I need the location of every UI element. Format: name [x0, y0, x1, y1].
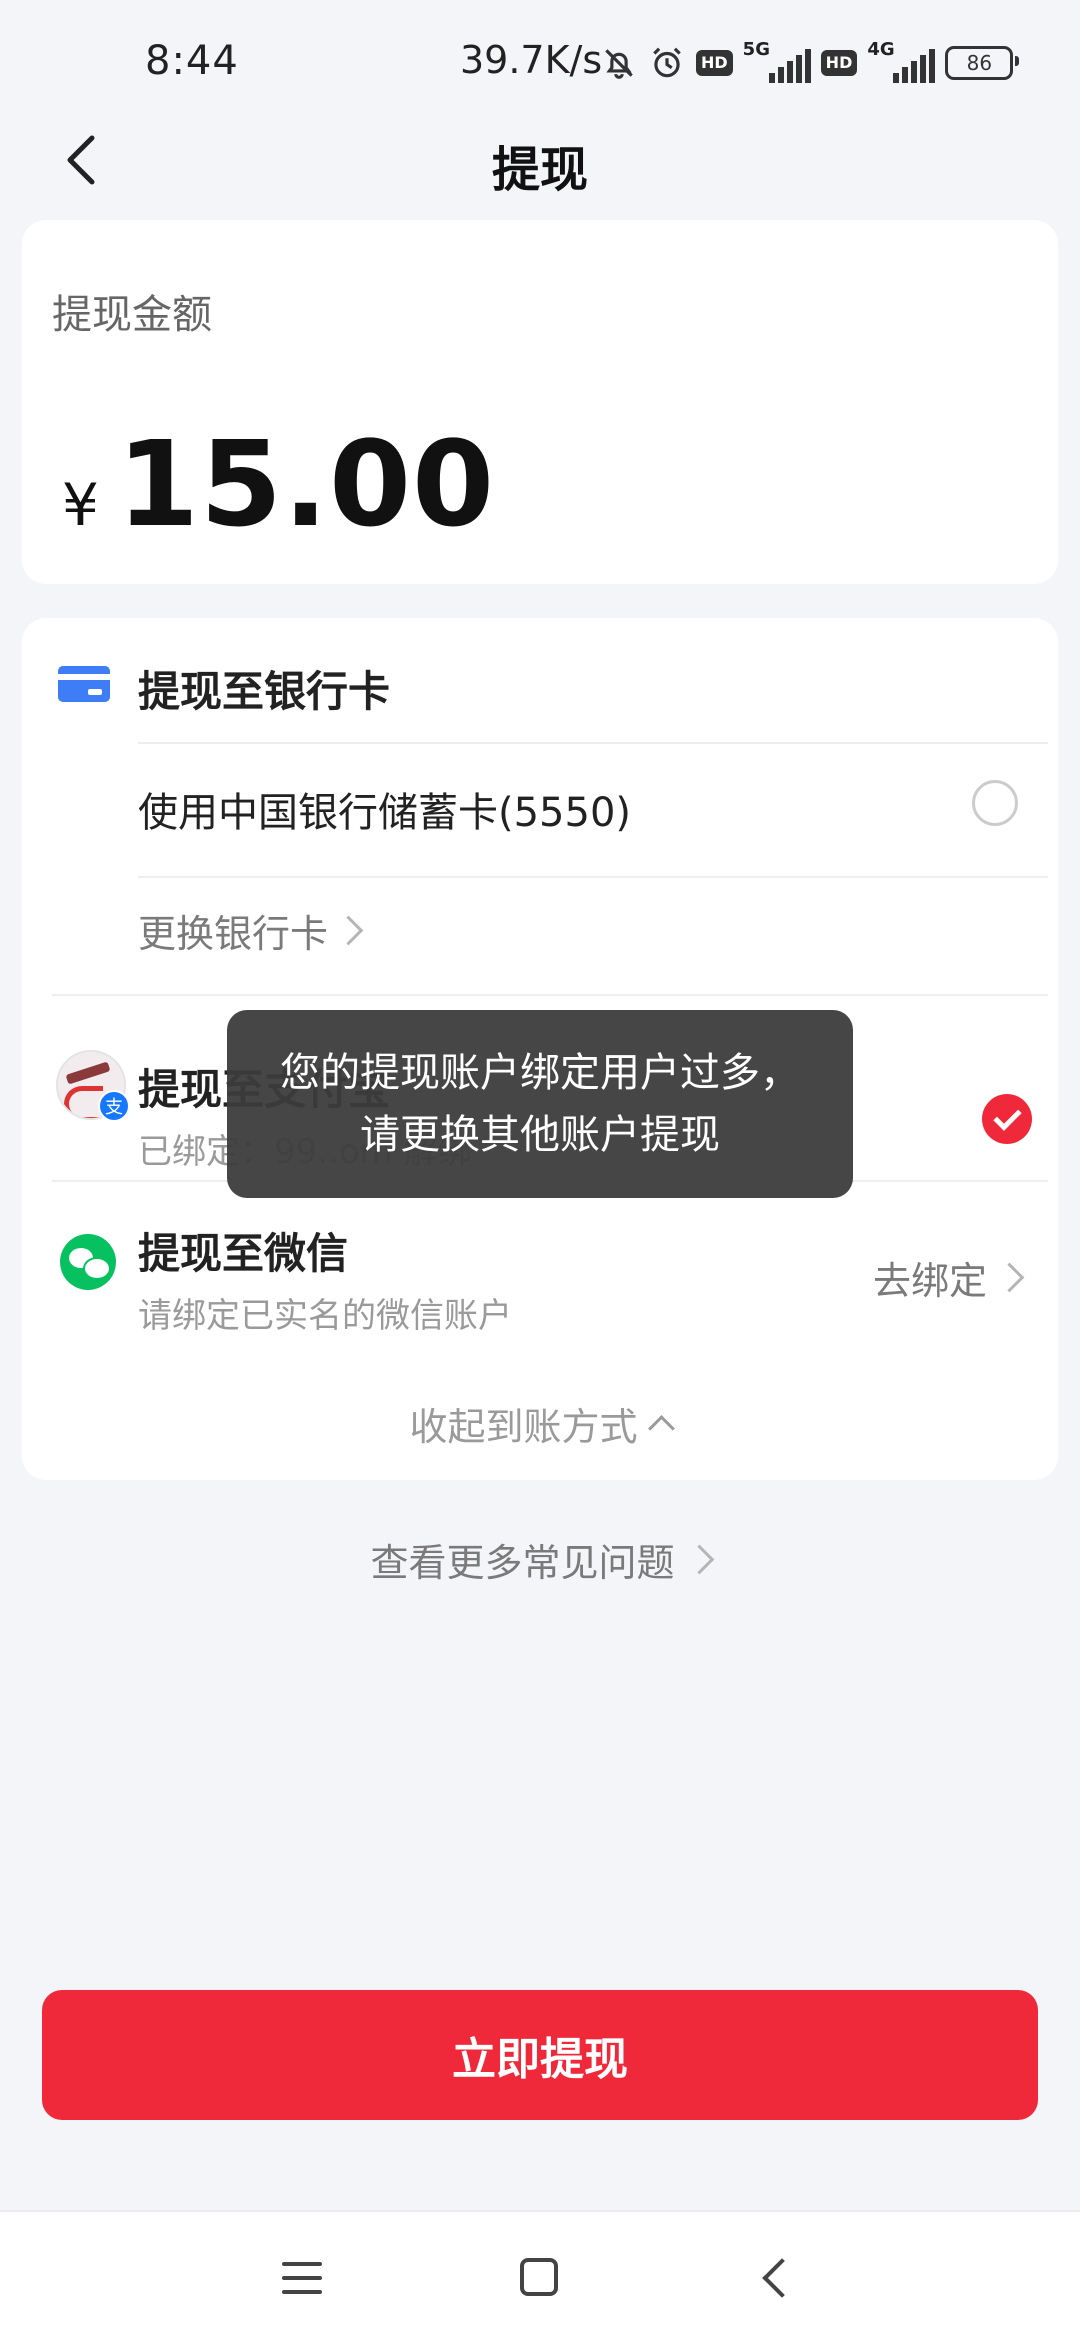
status-bar: 8:44 39.7K/s HD 5G HD 4G 86: [0, 0, 1080, 120]
withdraw-now-button[interactable]: 立即提现: [42, 1990, 1038, 2120]
wechat-option[interactable]: 提现至微信 请绑定已实名的微信账户 去绑定: [44, 1188, 1034, 1358]
collapse-methods-toggle[interactable]: 收起到账方式: [22, 1396, 1058, 1451]
bank-card-radio[interactable]: [972, 780, 1018, 826]
change-bank-card-link[interactable]: 更换银行卡: [138, 903, 364, 958]
battery-icon: 86: [945, 46, 1020, 80]
divider: [138, 876, 1048, 878]
wechat-subtitle: 请绑定已实名的微信账户: [138, 1296, 512, 1336]
hd-badge: HD: [696, 50, 733, 76]
chevron-right-icon: [333, 915, 364, 946]
change-bank-card-label: 更换银行卡: [138, 912, 329, 956]
wechat-title: 提现至微信: [138, 1229, 349, 1278]
system-back-button[interactable]: [762, 2258, 802, 2298]
top-bar: 提现: [0, 120, 1080, 200]
alipay-badge-icon: 支: [98, 1090, 130, 1122]
recent-apps-button[interactable]: [282, 2262, 322, 2294]
status-icons: HD 5G HD 4G 86: [600, 38, 1020, 88]
system-navigation-bar: [0, 2210, 1080, 2342]
hd-badge: HD: [820, 50, 858, 76]
bank-card-label: 使用中国银行储蓄卡(5550): [138, 790, 632, 836]
faq-label: 查看更多常见问题: [370, 1541, 675, 1585]
wechat-bind-label: 去绑定: [872, 1259, 987, 1303]
bank-section-title: 提现至银行卡: [138, 667, 391, 716]
amount-label: 提现金额: [52, 292, 212, 338]
chevron-up-icon: [647, 1415, 675, 1442]
toast-message: 您的提现账户绑定用户过多，请更换其他账户提现: [227, 1010, 853, 1198]
check-icon: [992, 1102, 1022, 1131]
amount-card: 提现金额 ¥ 15.00: [22, 220, 1058, 584]
network-type-label: 4G: [867, 39, 895, 60]
faq-link[interactable]: 查看更多常见问题: [0, 1532, 1080, 1587]
chevron-right-icon: [684, 1544, 714, 1575]
status-net-speed: 39.7K/s: [460, 38, 603, 82]
mute-bell-icon: [605, 49, 633, 79]
status-time: 8:44: [145, 38, 239, 84]
network-type-label: 5G: [742, 39, 770, 60]
divider: [52, 994, 1048, 996]
amount-value: 15.00: [116, 415, 496, 553]
signal-4g-icon: 4G: [867, 39, 936, 83]
wechat-icon: [60, 1234, 116, 1290]
wechat-bind-button[interactable]: 去绑定: [872, 1250, 1025, 1305]
collapse-methods-label: 收起到账方式: [409, 1405, 638, 1449]
bank-card-icon: [58, 666, 110, 702]
alipay-radio-checked[interactable]: [982, 1094, 1032, 1144]
home-button[interactable]: [520, 2258, 558, 2296]
currency-symbol: ¥: [62, 471, 99, 539]
page-title: 提现: [491, 142, 588, 198]
chevron-right-icon: [994, 1262, 1025, 1293]
bank-card-option[interactable]: 使用中国银行储蓄卡(5550): [138, 738, 1038, 868]
battery-level: 86: [966, 51, 993, 75]
alarm-icon: [653, 47, 681, 78]
signal-5g-icon: 5G: [743, 39, 811, 83]
amount-display: ¥ 15.00: [62, 415, 495, 553]
